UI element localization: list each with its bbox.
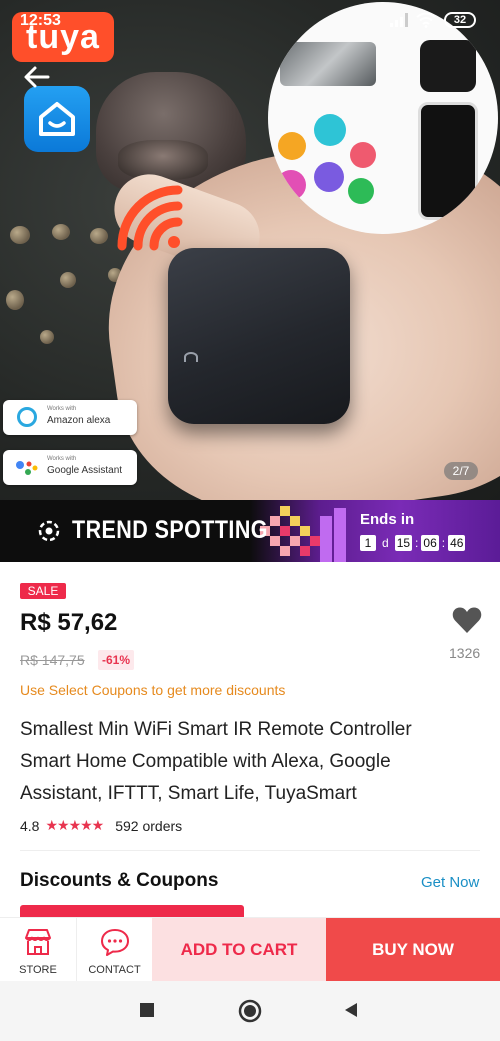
phone-app-screenshot [418, 102, 478, 220]
countdown-seconds: 46 [448, 535, 466, 551]
sale-badge: SALE [20, 583, 66, 599]
works-with-label: Works with [47, 456, 77, 462]
inset-illustration [268, 2, 498, 234]
battery-icon: 32 [444, 12, 476, 28]
product-title: Smallest Min WiFi Smart IR Remote Contro… [20, 719, 412, 804]
orders-count: 592 orders [115, 817, 183, 834]
store-icon [25, 929, 51, 955]
hub-device [420, 40, 476, 92]
section-divider [20, 850, 480, 851]
countdown-timer: 1 d 15 : 06 : 46 [360, 535, 466, 551]
wifi-signal-icon [117, 185, 183, 251]
decor-stone [10, 226, 30, 244]
google-assistant-icon [16, 461, 38, 475]
discounts-coupons-title: Discounts & Coupons [20, 870, 219, 891]
home-button-icon[interactable] [238, 999, 262, 1023]
ends-in-label: Ends in [360, 511, 415, 528]
radio-icon [350, 142, 376, 168]
light-icon [348, 178, 374, 204]
countdown-days: 1 [360, 535, 376, 551]
rating-row[interactable]: 4.8 ★★★★★ 592 orders [20, 817, 182, 834]
store-button[interactable]: STORE [0, 918, 76, 982]
countdown-minutes: 06 [421, 535, 439, 551]
countdown-separator: : [415, 536, 419, 550]
countdown-days-unit: d [382, 536, 389, 550]
fan-icon [314, 114, 346, 146]
countdown-separator: : [441, 536, 446, 550]
get-now-link[interactable]: Get Now [421, 874, 479, 891]
contact-button[interactable]: CONTACT [76, 918, 152, 982]
trend-spotting-icon [38, 520, 60, 542]
back-arrow-icon[interactable] [22, 62, 52, 92]
trend-spotting-banner[interactable]: TREND SPOTTING Ends in 1 d 15 : 06 : 46 [0, 500, 500, 562]
wishlist-count: 1326 [449, 645, 481, 661]
coupon-chip[interactable] [20, 905, 244, 917]
product-image[interactable]: tuya 12:53 32 Works with Amazon alexa Wo… [0, 0, 500, 500]
works-with-label: Works with [47, 406, 77, 412]
badge-name: Amazon alexa [47, 415, 111, 426]
status-time: 12:53 [20, 12, 61, 29]
decor-stone [90, 228, 108, 244]
signal-icon [390, 13, 408, 27]
decor-stone [6, 290, 24, 310]
pixel-art-decoration [260, 506, 346, 562]
back-nav-icon[interactable] [342, 1001, 360, 1019]
original-price: R$ 147,75 [20, 652, 85, 668]
current-price: R$ 57,62 [20, 609, 118, 636]
bottom-action-bar: STORE CONTACT ADD TO CART BUY NOW [0, 917, 500, 982]
wifi-led-icon [184, 352, 198, 362]
google-assistant-badge: Works with Google Assistant [3, 450, 137, 485]
decor-stone [52, 224, 70, 240]
buy-now-button[interactable]: BUY NOW [326, 918, 500, 982]
rating-value: 4.8 [20, 817, 40, 834]
decor-stone [40, 330, 54, 344]
status-bar: 12:53 32 [0, 0, 500, 34]
alexa-badge: Works with Amazon alexa [3, 400, 137, 435]
add-to-cart-button[interactable]: ADD TO CART [152, 918, 326, 982]
trend-spotting-title: TREND SPOTTING [72, 516, 268, 544]
chat-icon [100, 929, 129, 956]
rating-stars: ★★★★★ [45, 817, 104, 833]
select-coupons-link[interactable]: Use Select Coupons to get more discounts [20, 682, 285, 698]
discount-badge: -61% [98, 650, 135, 670]
contact-label: CONTACT [88, 964, 141, 976]
alexa-icon [17, 407, 37, 427]
image-pager-indicator: 2/7 [444, 462, 478, 480]
decor-stone [60, 272, 76, 288]
wishlist-heart-icon[interactable] [452, 606, 482, 634]
store-label: STORE [19, 964, 57, 976]
ir-remote-device [168, 248, 350, 424]
system-nav-bar [0, 981, 500, 1041]
badge-name: Google Assistant [47, 465, 123, 476]
wifi-icon [416, 12, 436, 28]
recent-apps-icon[interactable] [138, 1001, 156, 1019]
smart-home-app-icon [24, 86, 90, 152]
circuit-board [280, 42, 376, 86]
countdown-hours: 15 [394, 535, 413, 551]
statue-mouth [118, 140, 208, 180]
tv-icon [276, 170, 306, 200]
appliance-icon [278, 132, 306, 160]
ac-icon [314, 162, 344, 192]
